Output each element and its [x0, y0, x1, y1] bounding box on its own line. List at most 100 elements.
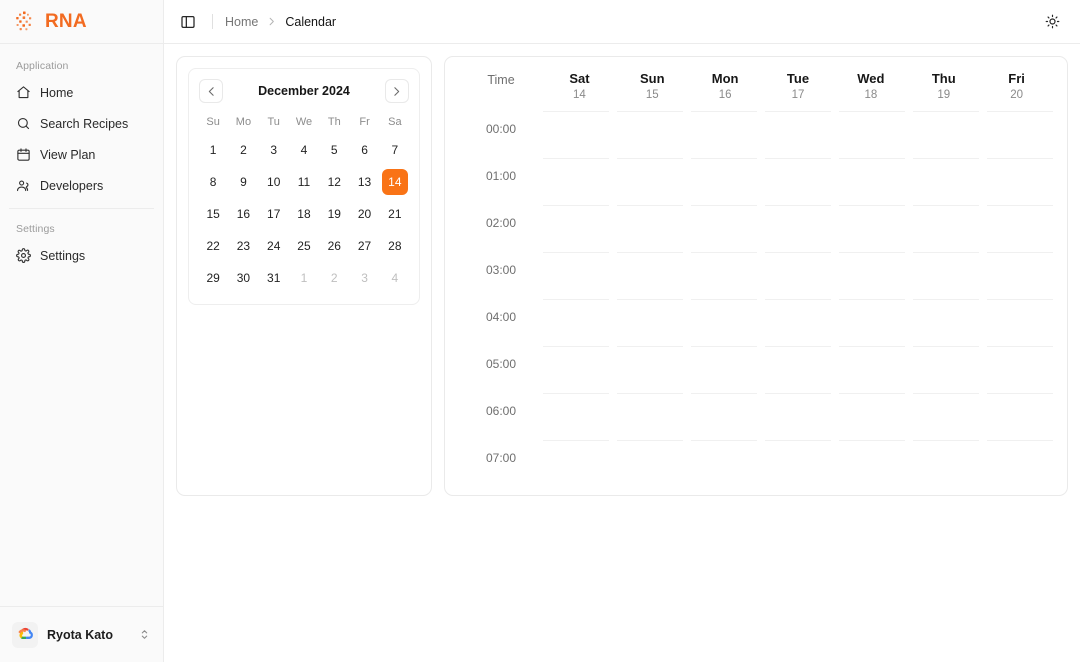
- schedule-slot-cell[interactable]: [543, 158, 609, 205]
- schedule-slot-cell[interactable]: [839, 346, 905, 393]
- calendar-day[interactable]: 24: [261, 233, 287, 259]
- schedule-slot-cell[interactable]: [839, 440, 905, 487]
- breadcrumb-item-home[interactable]: Home: [225, 15, 258, 29]
- schedule-slot-cell[interactable]: [617, 205, 683, 252]
- schedule-slot-cell[interactable]: [691, 393, 757, 440]
- schedule-slot-cell[interactable]: [839, 393, 905, 440]
- panel-left-icon[interactable]: [176, 10, 200, 34]
- calendar-day[interactable]: 15: [200, 201, 226, 227]
- calendar-day[interactable]: 29: [200, 265, 226, 291]
- calendar-day[interactable]: 5: [321, 137, 347, 163]
- calendar-day[interactable]: 30: [230, 265, 256, 291]
- schedule-slot-cell[interactable]: [839, 158, 905, 205]
- schedule-slot-cell[interactable]: [913, 299, 979, 346]
- schedule-slot-cell[interactable]: [543, 252, 609, 299]
- calendar-day[interactable]: 16: [230, 201, 256, 227]
- calendar-day[interactable]: 22: [200, 233, 226, 259]
- schedule-slot-cell[interactable]: [913, 252, 979, 299]
- calendar-day[interactable]: 23: [230, 233, 256, 259]
- schedule-slot-cell[interactable]: [617, 299, 683, 346]
- calendar-day[interactable]: 27: [352, 233, 378, 259]
- calendar-day[interactable]: 28: [382, 233, 408, 259]
- schedule-slot-cell[interactable]: [691, 111, 757, 158]
- schedule-slot-cell[interactable]: [987, 440, 1053, 487]
- sidebar-item-search-recipes[interactable]: Search Recipes: [9, 110, 154, 137]
- schedule-slot-cell[interactable]: [987, 393, 1053, 440]
- schedule-slot-cell[interactable]: [617, 158, 683, 205]
- calendar-day[interactable]: 3: [261, 137, 287, 163]
- chevron-right-icon[interactable]: [384, 79, 409, 103]
- calendar-day[interactable]: 10: [261, 169, 287, 195]
- calendar-day-selected[interactable]: 14: [381, 169, 408, 195]
- user-menu-button[interactable]: Ryota Kato: [0, 606, 163, 662]
- calendar-day[interactable]: 12: [321, 169, 347, 195]
- schedule-slot-cell[interactable]: [691, 440, 757, 487]
- schedule-slot-cell[interactable]: [543, 299, 609, 346]
- schedule-slot-cell[interactable]: [691, 205, 757, 252]
- calendar-day[interactable]: 1: [291, 265, 317, 291]
- schedule-slot-cell[interactable]: [543, 346, 609, 393]
- sidebar-item-developers[interactable]: Developers: [9, 172, 154, 199]
- schedule-slot-cell[interactable]: [839, 111, 905, 158]
- schedule-slot-cell[interactable]: [913, 158, 979, 205]
- schedule-slot-cell[interactable]: [765, 158, 831, 205]
- schedule-slot-cell[interactable]: [913, 346, 979, 393]
- schedule-slot-cell[interactable]: [617, 393, 683, 440]
- schedule-slot-cell[interactable]: [765, 205, 831, 252]
- schedule-slot-cell[interactable]: [691, 252, 757, 299]
- schedule-slot-cell[interactable]: [543, 111, 609, 158]
- schedule-slot-cell[interactable]: [913, 111, 979, 158]
- calendar-day[interactable]: 18: [291, 201, 317, 227]
- schedule-slot-cell[interactable]: [765, 111, 831, 158]
- schedule-slot-cell[interactable]: [839, 205, 905, 252]
- schedule-slot-cell[interactable]: [691, 299, 757, 346]
- calendar-day[interactable]: 21: [382, 201, 408, 227]
- schedule-slot-cell[interactable]: [913, 205, 979, 252]
- calendar-day[interactable]: 6: [352, 137, 378, 163]
- schedule-slot-cell[interactable]: [913, 393, 979, 440]
- schedule-slot-cell[interactable]: [543, 393, 609, 440]
- calendar-day[interactable]: 2: [321, 265, 347, 291]
- schedule-slot-cell[interactable]: [913, 440, 979, 487]
- calendar-day[interactable]: 20: [352, 201, 378, 227]
- schedule-slot-cell[interactable]: [987, 252, 1053, 299]
- sidebar-item-view-plan[interactable]: View Plan: [9, 141, 154, 168]
- schedule-slot-cell[interactable]: [765, 299, 831, 346]
- schedule-slot-cell[interactable]: [691, 158, 757, 205]
- schedule-slot-cell[interactable]: [543, 205, 609, 252]
- schedule-slot-cell[interactable]: [987, 299, 1053, 346]
- calendar-day[interactable]: 31: [261, 265, 287, 291]
- schedule-slot-cell[interactable]: [987, 205, 1053, 252]
- calendar-day[interactable]: 2: [230, 137, 256, 163]
- chevron-left-icon[interactable]: [199, 79, 223, 103]
- calendar-day[interactable]: 11: [291, 169, 317, 195]
- calendar-day[interactable]: 26: [321, 233, 347, 259]
- calendar-day[interactable]: 4: [291, 137, 317, 163]
- calendar-day[interactable]: 3: [352, 265, 378, 291]
- schedule-slot-cell[interactable]: [765, 440, 831, 487]
- schedule-slot-cell[interactable]: [839, 299, 905, 346]
- calendar-day[interactable]: 13: [352, 169, 378, 195]
- schedule-slot-cell[interactable]: [765, 252, 831, 299]
- sun-icon[interactable]: [1040, 10, 1064, 34]
- schedule-slot-cell[interactable]: [765, 393, 831, 440]
- schedule-slot-cell[interactable]: [617, 346, 683, 393]
- schedule-slot-cell[interactable]: [691, 346, 757, 393]
- calendar-day[interactable]: 25: [291, 233, 317, 259]
- brand[interactable]: RNA: [0, 0, 163, 44]
- calendar-day[interactable]: 8: [200, 169, 226, 195]
- schedule-slot-cell[interactable]: [543, 440, 609, 487]
- sidebar-item-settings[interactable]: Settings: [9, 242, 154, 269]
- calendar-day[interactable]: 1: [200, 137, 226, 163]
- schedule-slot-cell[interactable]: [839, 252, 905, 299]
- calendar-day[interactable]: 17: [261, 201, 287, 227]
- schedule-slot-cell[interactable]: [617, 111, 683, 158]
- calendar-day[interactable]: 7: [382, 137, 408, 163]
- schedule-slot-cell[interactable]: [987, 111, 1053, 158]
- schedule-slot-cell[interactable]: [765, 346, 831, 393]
- calendar-day[interactable]: 4: [382, 265, 408, 291]
- calendar-day[interactable]: 9: [230, 169, 256, 195]
- schedule-slot-cell[interactable]: [617, 440, 683, 487]
- schedule-slot-cell[interactable]: [987, 158, 1053, 205]
- schedule-slot-cell[interactable]: [617, 252, 683, 299]
